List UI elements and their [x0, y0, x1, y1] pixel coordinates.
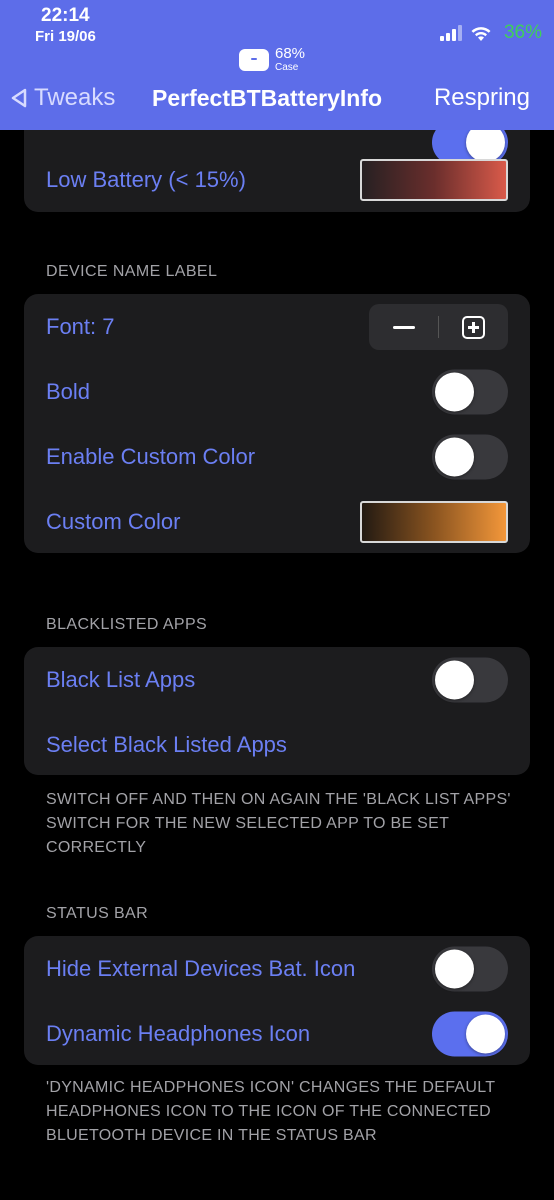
- blacklisted-card: Black List Apps Select Black Listed Apps: [24, 647, 530, 775]
- case-icon: [239, 48, 269, 71]
- status-icons: 36%: [439, 22, 542, 44]
- enable-custom-color-row: Enable Custom Color: [24, 424, 530, 489]
- low-battery-color-swatch[interactable]: [360, 158, 508, 201]
- back-chevron-icon: [11, 88, 27, 108]
- dynamic-headphones-toggle[interactable]: [432, 1011, 508, 1056]
- enable-custom-color-label: Enable Custom Color: [46, 443, 256, 469]
- case-label: Case: [275, 62, 299, 73]
- battery-percent: 36%: [503, 22, 542, 43]
- hide-external-row: Hide External Devices Bat. Icon: [24, 936, 530, 1001]
- respring-button[interactable]: Respring: [434, 84, 530, 112]
- select-black-listed-apps-row[interactable]: Select Black Listed Apps: [24, 712, 530, 775]
- stepper-divider: [438, 315, 439, 338]
- status-bar-section-header: STATUS BAR: [46, 905, 149, 922]
- font-label: Font: 7: [46, 313, 115, 339]
- bold-row: Bold: [24, 359, 530, 424]
- blacklisted-footer: SWITCH OFF AND THEN ON AGAIN THE 'BLACK …: [46, 791, 511, 856]
- bold-label: Bold: [46, 378, 91, 404]
- page-title: PerfectBTBatteryInfo: [152, 85, 383, 111]
- wifi-icon: [471, 26, 491, 41]
- case-battery-widget: 68% Case: [239, 46, 305, 73]
- custom-color-row[interactable]: Custom Color: [24, 489, 530, 553]
- dynamic-headphones-row: Dynamic Headphones Icon: [24, 1001, 530, 1065]
- blacklisted-section-header: BLACKLISTED APPS: [46, 616, 208, 633]
- hide-external-toggle[interactable]: [432, 946, 508, 991]
- plus-icon[interactable]: [462, 315, 485, 339]
- select-black-listed-apps-label[interactable]: Select Black Listed Apps: [46, 732, 287, 758]
- low-battery-row[interactable]: Low Battery (< 15%): [24, 147, 530, 212]
- back-label: Tweaks: [34, 84, 116, 111]
- cellular-signal-icon: [439, 25, 462, 41]
- status-date: Fri 19/06: [35, 28, 96, 45]
- minus-icon[interactable]: [393, 325, 415, 329]
- status-bar-card: Hide External Devices Bat. Icon Dynamic …: [24, 936, 530, 1065]
- enable-custom-color-toggle[interactable]: [432, 434, 508, 479]
- black-list-apps-row: Black List Apps: [24, 647, 530, 712]
- custom-color-swatch[interactable]: [360, 500, 508, 543]
- low-battery-label: Low Battery (< 15%): [46, 166, 246, 192]
- black-list-apps-toggle[interactable]: [432, 657, 508, 702]
- font-row: Font: 7: [24, 294, 530, 359]
- device-name-card: Font: 7 Bold Enable Custom Color Custom …: [24, 294, 530, 553]
- black-list-apps-label: Black List Apps: [46, 666, 196, 692]
- header: 22:14 Fri 19/06 36% 68% Case Tweaks Perf…: [0, 0, 554, 130]
- back-button[interactable]: Tweaks: [10, 84, 115, 112]
- device-name-section-header: DEVICE NAME LABEL: [46, 263, 218, 280]
- bold-toggle[interactable]: [432, 369, 508, 414]
- custom-color-label: Custom Color: [46, 508, 181, 534]
- case-percent: 68%: [275, 45, 306, 62]
- font-stepper[interactable]: [369, 303, 508, 350]
- status-time: 22:14: [41, 5, 90, 26]
- dynamic-headphones-label: Dynamic Headphones Icon: [46, 1020, 311, 1046]
- status-bar-footer: 'DYNAMIC HEADPHONES ICON' CHANGES THE DE…: [46, 1079, 496, 1144]
- hide-external-label: Hide External Devices Bat. Icon: [46, 955, 356, 981]
- settings-list[interactable]: Low Battery (< 15%) DEVICE NAME LABEL Fo…: [0, 0, 554, 1200]
